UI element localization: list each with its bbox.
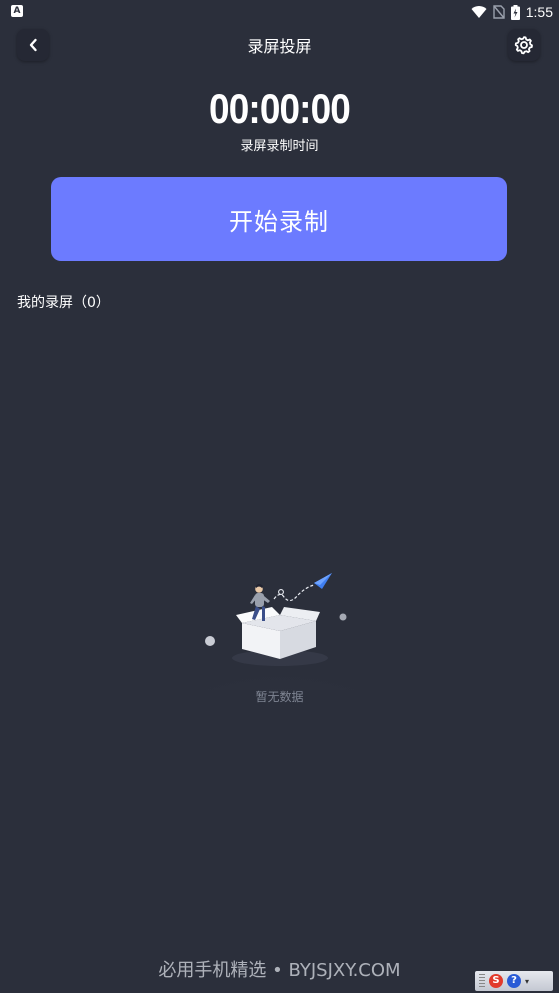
status-icons: 1:55 [471, 2, 553, 22]
settings-button[interactable] [508, 29, 540, 61]
my-recordings-heading: 我的录屏（0） [17, 295, 110, 311]
timer-label: 录屏录制时间 [240, 139, 319, 154]
empty-box-illustration [182, 573, 378, 690]
ime-menu-arrow-icon[interactable]: ▾ [525, 977, 529, 986]
wifi-icon [471, 6, 487, 19]
ime-logo-icon[interactable]: S [489, 974, 503, 988]
app-header: 录屏投屏 [0, 28, 559, 66]
notification-icon: A [11, 5, 23, 17]
status-bar: A 1:55 [0, 0, 559, 24]
clock: 1:55 [525, 4, 553, 20]
start-recording-button[interactable]: 开始录制 [51, 177, 507, 261]
battery-charging-icon [510, 4, 520, 20]
screen-root: A 1:55 录屏投屏 00:00:00 录屏录制时间 开始录制 我的录屏（0）… [0, 0, 559, 993]
page-title: 录屏投屏 [247, 37, 312, 56]
no-sim-icon [493, 5, 505, 19]
gear-icon [514, 36, 533, 55]
ime-drag-handle[interactable] [479, 974, 485, 988]
ime-toolbar[interactable]: S ? ▾ [475, 971, 553, 991]
recording-timer: 00:00:00 [209, 85, 351, 132]
empty-state-text: 暂无数据 [255, 690, 304, 704]
ime-help-icon[interactable]: ? [507, 974, 521, 988]
